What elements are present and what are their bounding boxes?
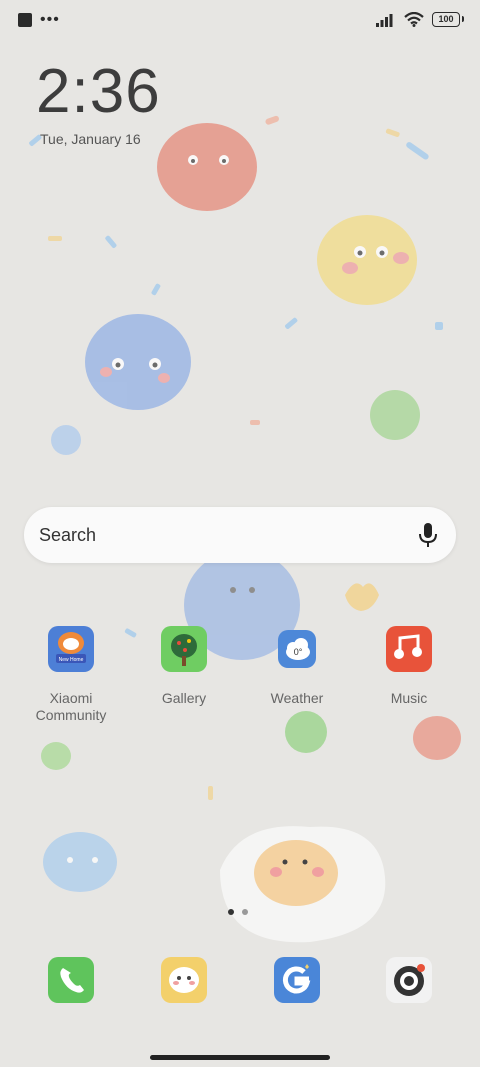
app-music[interactable]: Music: [359, 626, 459, 707]
page-indicator: [228, 909, 248, 915]
weather-temp: 0°: [294, 647, 303, 657]
search-placeholder: Search: [39, 525, 97, 545]
wallpaper-yellow-fluffy: [317, 215, 417, 305]
dock-google[interactable]: [274, 957, 320, 1003]
google-icon: [282, 964, 311, 994]
weather-icon: 0°: [278, 630, 316, 668]
app-label: Xiaomi Community: [35, 690, 107, 723]
status-bar: ••• 100: [0, 0, 480, 42]
dock-camera[interactable]: [386, 957, 432, 1003]
mic-icon[interactable]: [418, 522, 438, 548]
messages-icon: [169, 967, 199, 993]
page-dot-active[interactable]: [228, 909, 234, 915]
wallpaper-egg: [220, 826, 386, 943]
app-label: Gallery: [161, 690, 207, 706]
dock-phone[interactable]: [48, 957, 94, 1003]
app-square-icon: [18, 13, 32, 27]
app-label: Music: [390, 690, 428, 706]
app-gallery[interactable]: Gallery: [134, 626, 234, 707]
page-dot[interactable]: [242, 909, 248, 915]
search-bar[interactable]: Search: [24, 507, 456, 563]
camera-icon: [394, 964, 425, 996]
clock-date: Tue, January 16: [40, 131, 141, 147]
phone-icon: [60, 968, 84, 993]
gallery-icon: [161, 626, 207, 672]
app-xiaomi-community[interactable]: New Home Xiaomi Community: [21, 626, 121, 724]
app-weather[interactable]: 0° Weather: [247, 626, 347, 707]
xiaomi-community-icon: New Home: [48, 626, 94, 672]
signal-icon: [376, 13, 393, 27]
more-dots-icon: •••: [40, 11, 60, 28]
wallpaper-red-fluffy: [157, 123, 257, 211]
clock-time[interactable]: 2:36: [36, 56, 161, 127]
app-label: Weather: [270, 690, 324, 706]
wallpaper-blue-fluffy: [85, 314, 191, 410]
gesture-nav-handle[interactable]: [150, 1055, 330, 1060]
wifi-icon: [404, 12, 424, 27]
music-icon: [386, 626, 432, 672]
dock-messages[interactable]: [161, 957, 207, 1003]
battery-icon: 100: [432, 12, 464, 27]
xiaomi-community-badge: New Home: [59, 657, 84, 663]
